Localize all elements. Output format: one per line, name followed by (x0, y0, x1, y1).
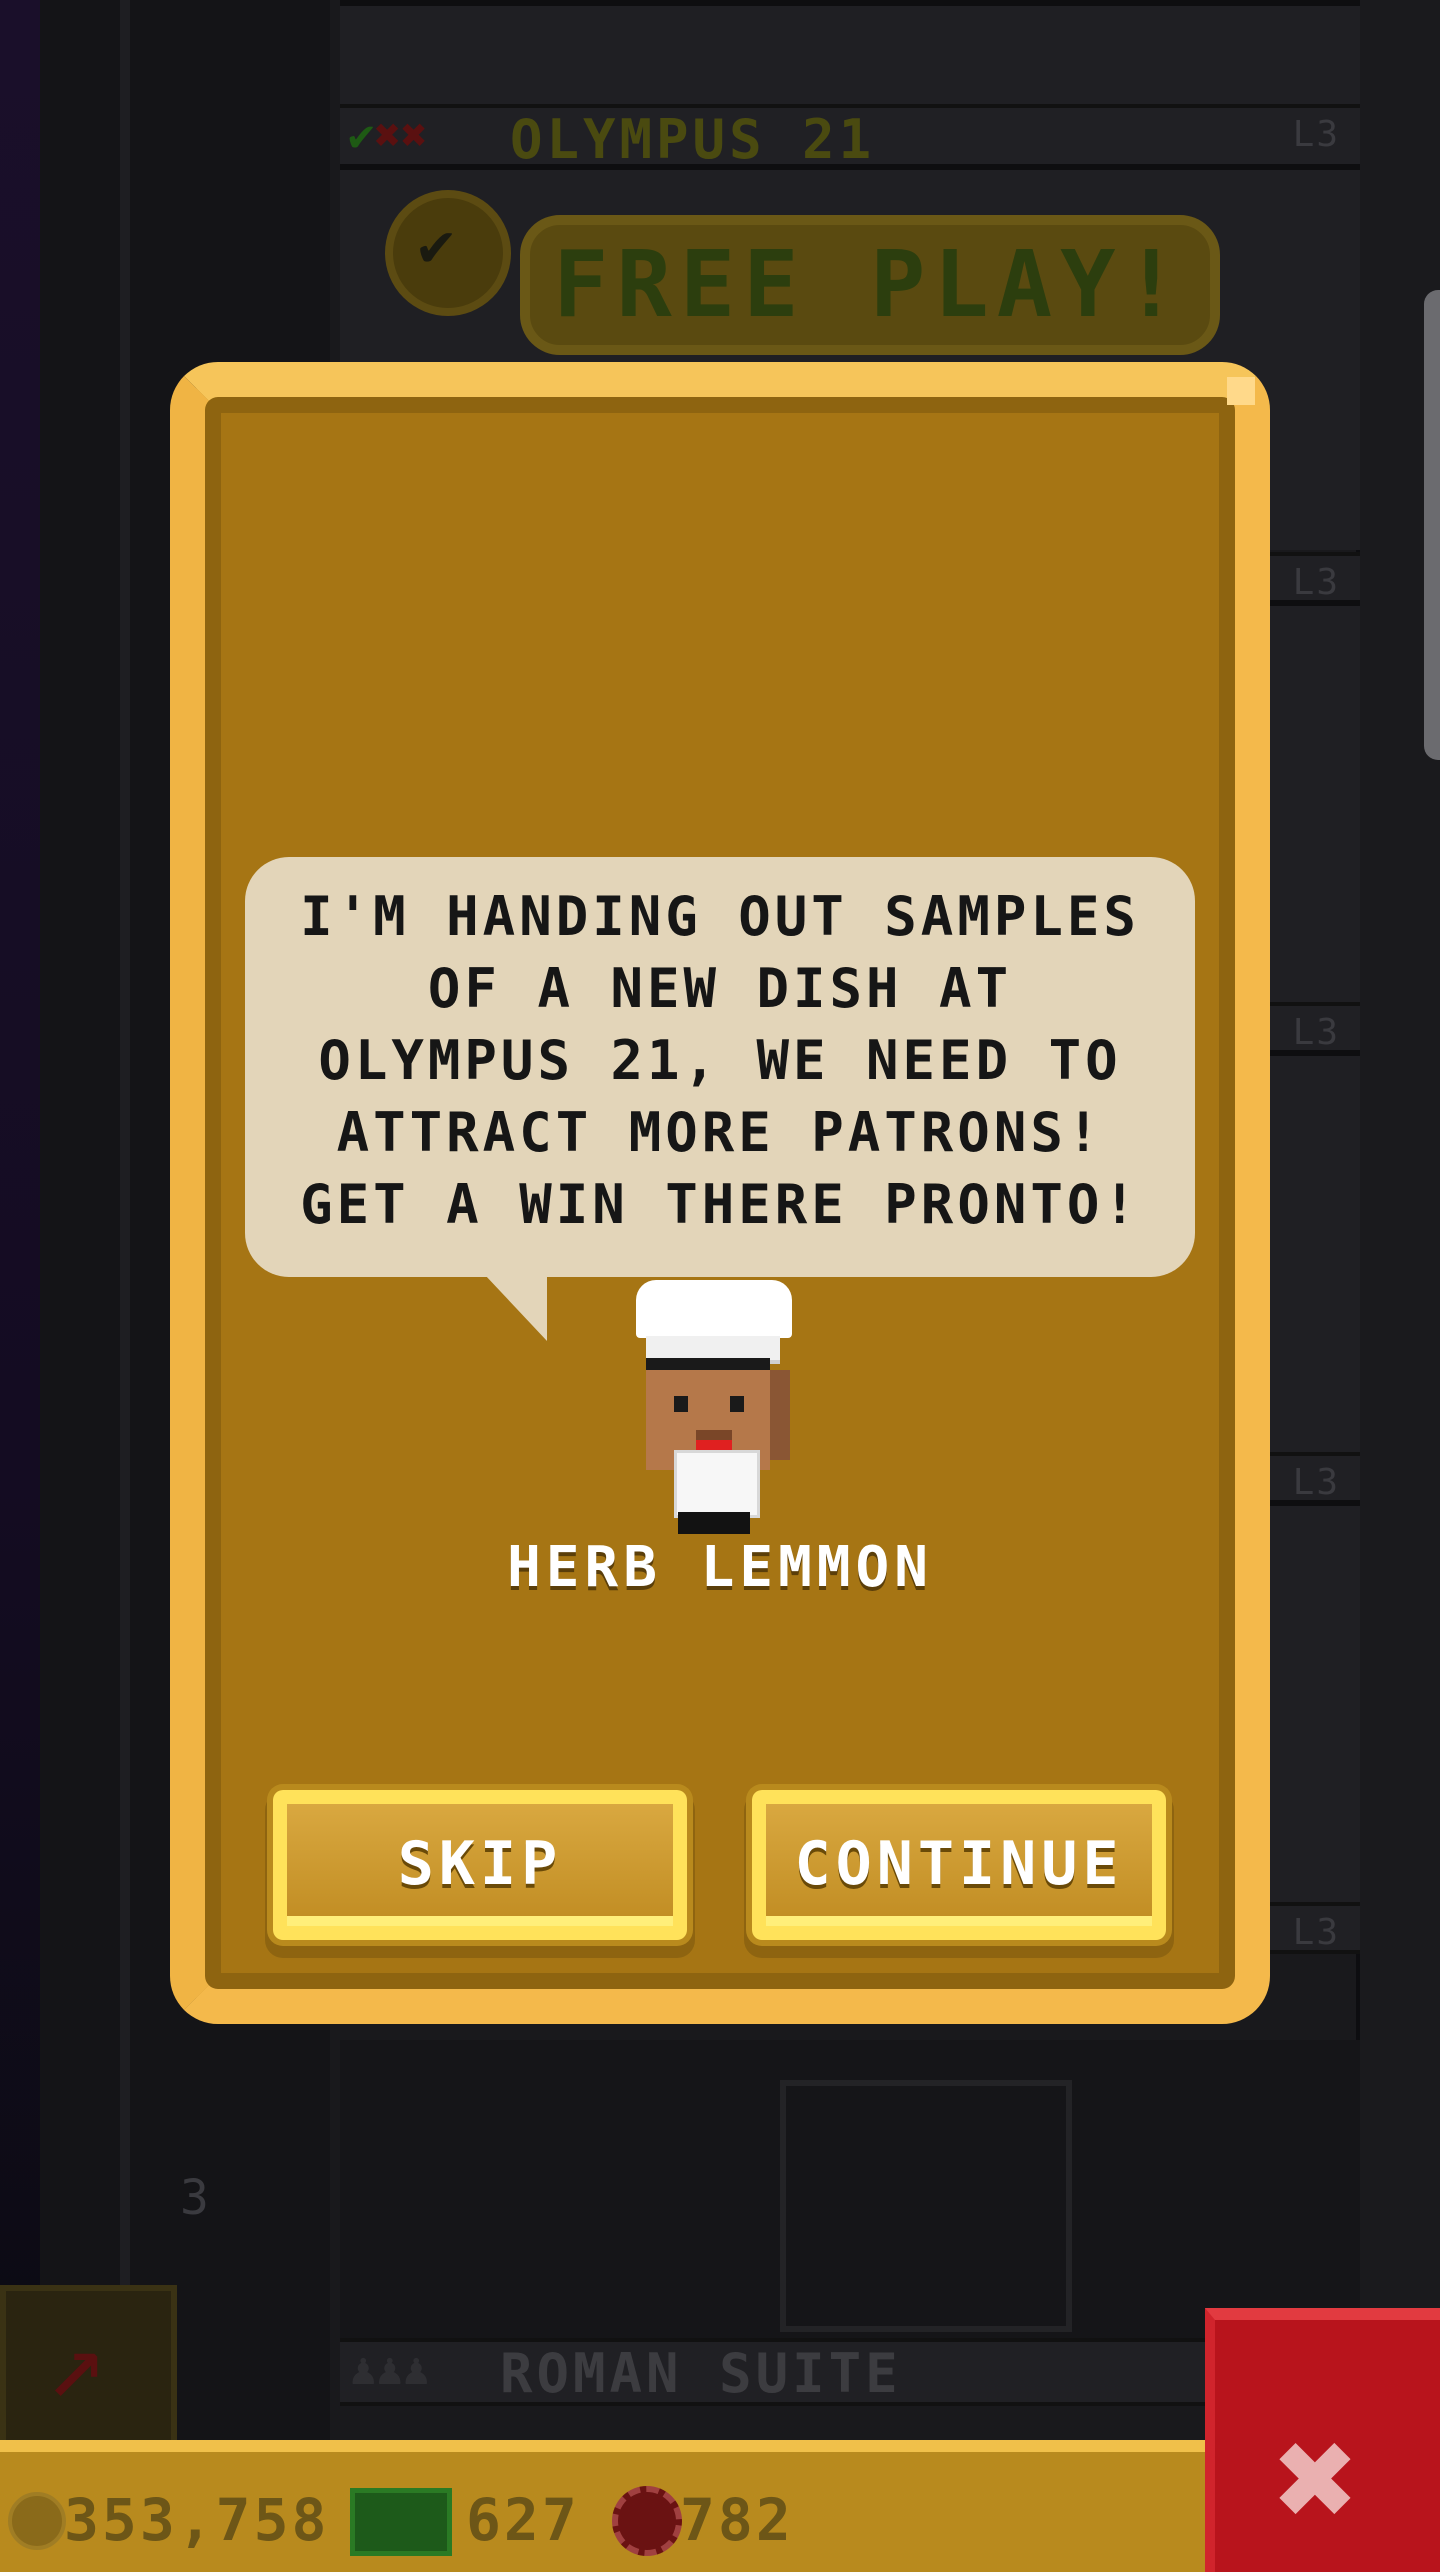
character-name: HERB LEMMON (507, 1535, 933, 1600)
speech-bubble-tail (485, 1275, 547, 1341)
chef-eye (730, 1396, 744, 1412)
cash-count: 627 (466, 2486, 580, 2554)
floor-level: L3 (1292, 1912, 1340, 1953)
close-icon: ✖ (1275, 2398, 1360, 2561)
cash-icon (350, 2488, 452, 2556)
clock-icon (385, 190, 511, 316)
cross-icon: ✖ (374, 110, 402, 161)
floor-level: L3 (1292, 562, 1340, 603)
close-button[interactable]: ✖ (1205, 2308, 1440, 2572)
patron-icon: ♟ (376, 2344, 404, 2395)
floor-name: ROMAN SUITE (500, 2342, 902, 2405)
chef-face-shadow (770, 1370, 790, 1460)
continue-button[interactable]: CONTINUE (752, 1790, 1166, 1940)
floor-roof (340, 0, 1360, 106)
cross-icon: ✖ (401, 110, 428, 161)
free-play-button[interactable]: FREE PLAY! (520, 215, 1220, 355)
floor-name: OLYMPUS 21 (510, 108, 876, 171)
floor-room-roman[interactable] (340, 2040, 1360, 2340)
chip-icon (612, 2486, 682, 2556)
room-door (780, 2080, 1072, 2332)
scroll-handle[interactable] (1424, 290, 1440, 760)
chip-count: 782 (680, 2486, 794, 2554)
dialog-message: I'M HANDING OUT SAMPLES OF A NEW DISH AT… (300, 885, 1140, 1236)
chef-uniform (674, 1450, 760, 1518)
speech-bubble: I'M HANDING OUT SAMPLES OF A NEW DISH AT… (245, 857, 1195, 1277)
rocket-icon[interactable] (0, 2285, 177, 2447)
chef-mouth (696, 1430, 732, 1440)
floor-status-marks: ✔✖✖ (348, 110, 428, 161)
floor-level: L3 (1292, 114, 1340, 155)
floor-level: L3 (1292, 1012, 1340, 1053)
background-sky (0, 0, 40, 2440)
floor-header-olympus: ✔✖✖ OLYMPUS 21 L3 (340, 104, 1360, 171)
wall-number: 3 (180, 2170, 209, 2226)
dialog-corner (1227, 377, 1255, 405)
check-icon: ✔ (348, 110, 375, 161)
patron-icon: ♟ (403, 2344, 430, 2395)
coin-icon (8, 2492, 66, 2550)
chef-eye (674, 1396, 688, 1412)
skip-button[interactable]: SKIP (273, 1790, 687, 1940)
chef-hat (636, 1280, 792, 1338)
chef-legs (678, 1512, 750, 1534)
floor-level: L3 (1292, 1462, 1340, 1503)
coin-count: 353,758 (64, 2486, 330, 2554)
chef-avatar (634, 1280, 794, 1535)
patron-icon: ♟ (350, 2344, 377, 2395)
floor-status-marks: ♟♟♟ (350, 2344, 430, 2395)
